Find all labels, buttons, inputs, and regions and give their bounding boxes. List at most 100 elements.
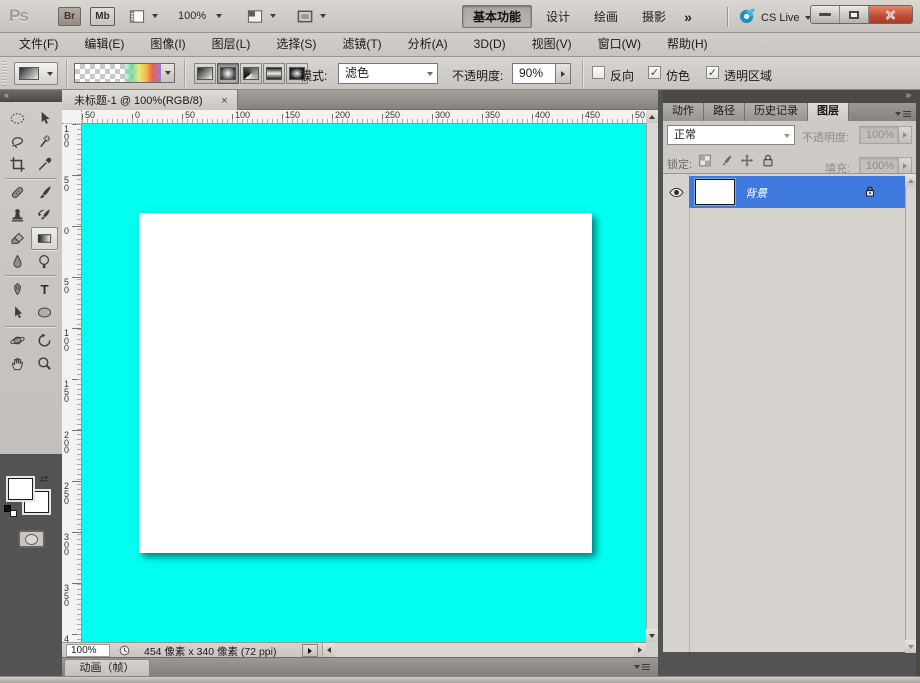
workspace-more-icon[interactable]: »	[680, 9, 696, 25]
checkbox-反向[interactable]	[592, 66, 605, 79]
panel-tab-0[interactable]: 动作	[663, 103, 704, 121]
menu-item-4[interactable]: 选择(S)	[263, 33, 329, 56]
elliptical-marquee-tool[interactable]	[4, 107, 31, 130]
screen-mode-dropdown-arrow[interactable]	[320, 14, 326, 18]
scroll-right-button[interactable]	[634, 643, 646, 657]
menu-item-8[interactable]: 视图(V)	[519, 33, 585, 56]
clone-stamp-tool[interactable]	[4, 204, 31, 227]
vertical-scrollbar[interactable]	[646, 110, 658, 642]
layer-list-scroll-up[interactable]	[905, 174, 916, 187]
animation-panel-tab[interactable]: 动画（帧）	[64, 659, 150, 677]
zoom-level-value[interactable]: 100%	[178, 10, 206, 22]
tools-collapse-bar[interactable]: «	[0, 90, 62, 102]
angle-gradient-button[interactable]	[240, 63, 262, 84]
menu-item-9[interactable]: 窗口(W)	[585, 33, 654, 56]
arrange-documents-icon[interactable]	[246, 8, 264, 25]
dock-collapse-bar[interactable]: »	[663, 90, 916, 103]
options-grip[interactable]	[2, 61, 7, 86]
layer-blend-mode-select[interactable]: 正常	[667, 125, 795, 145]
lock-position-icon[interactable]	[739, 152, 755, 168]
magic-wand-tool[interactable]	[31, 130, 58, 153]
tool-preset-picker[interactable]	[14, 62, 58, 85]
layer-list-scrollbar[interactable]	[905, 174, 916, 653]
workspace-button-1[interactable]: 设计	[536, 6, 580, 27]
foreground-color-swatch[interactable]	[8, 478, 33, 500]
screen-mode-icon[interactable]	[296, 8, 314, 25]
dodge-tool[interactable]	[31, 250, 58, 273]
gradient-tool[interactable]	[31, 227, 58, 250]
gradient-picker-dropdown[interactable]	[161, 63, 175, 83]
rotate-3d-tool[interactable]	[4, 329, 31, 352]
animation-panel-menu-icon[interactable]	[634, 664, 650, 670]
workspace-button-2[interactable]: 绘画	[584, 6, 628, 27]
gradient-picker-preview[interactable]	[74, 63, 162, 83]
reflected-gradient-button[interactable]	[263, 63, 285, 84]
launch-bridge-button[interactable]: Br	[58, 7, 81, 26]
quick-mask-button[interactable]	[18, 530, 45, 548]
ellipse-shape-tool[interactable]	[31, 301, 58, 324]
launch-minibridge-button[interactable]: Mb	[90, 7, 115, 26]
swap-colors-icon[interactable]: ⇄	[40, 474, 48, 485]
panel-tab-2[interactable]: 历史记录	[745, 103, 808, 121]
lock-transparent-icon[interactable]	[697, 152, 713, 168]
menu-item-10[interactable]: 帮助(H)	[654, 33, 721, 56]
menu-item-2[interactable]: 图像(I)	[137, 33, 198, 56]
zoom-tool[interactable]	[31, 352, 58, 375]
type-tool[interactable]: T	[31, 278, 58, 301]
brush-tool[interactable]	[31, 181, 58, 204]
view-extras-dropdown-arrow[interactable]	[152, 14, 158, 18]
panel-tab-1[interactable]: 路径	[704, 103, 745, 121]
eraser-tool[interactable]	[4, 227, 31, 250]
scroll-up-button[interactable]	[646, 110, 658, 123]
restore-button[interactable]	[840, 6, 869, 23]
menu-item-1[interactable]: 编辑(E)	[71, 33, 137, 56]
history-brush-tool[interactable]	[31, 204, 58, 227]
linear-gradient-button[interactable]	[194, 63, 216, 84]
layer-thumbnail[interactable]	[695, 179, 735, 205]
canvas-viewport[interactable]	[82, 124, 646, 642]
workspace-button-3[interactable]: 摄影	[632, 6, 676, 27]
arrange-documents-dropdown-arrow[interactable]	[270, 14, 276, 18]
layer-opacity-value[interactable]: 100%	[859, 126, 899, 144]
opacity-slider-button[interactable]	[556, 63, 571, 84]
lock-all-icon[interactable]	[760, 152, 776, 168]
spot-healing-tool[interactable]	[4, 181, 31, 204]
layer-list-scroll-down[interactable]	[905, 640, 916, 653]
layer-visibility-toggle[interactable]	[663, 176, 689, 208]
checkbox-仿色[interactable]: ✓	[648, 66, 661, 79]
document-tab-close-icon[interactable]: ×	[218, 94, 231, 107]
layer-row-background[interactable]: 背景	[663, 176, 905, 208]
zoom-level-dropdown-arrow[interactable]	[216, 14, 222, 18]
workspace-button-0[interactable]: 基本功能	[462, 5, 532, 28]
close-button[interactable]	[869, 6, 912, 23]
menu-item-0[interactable]: 文件(F)	[6, 33, 71, 56]
orbit-3d-tool[interactable]	[31, 329, 58, 352]
status-options-button[interactable]	[302, 644, 318, 657]
menu-item-3[interactable]: 图层(L)	[199, 33, 264, 56]
view-extras-icon[interactable]	[128, 8, 146, 25]
menu-item-7[interactable]: 3D(D)	[461, 33, 519, 56]
move-tool[interactable]	[31, 107, 58, 130]
menu-item-6[interactable]: 分析(A)	[395, 33, 461, 56]
radial-gradient-button[interactable]	[217, 63, 239, 84]
horizontal-scrollbar[interactable]	[322, 643, 646, 658]
path-selection-tool[interactable]	[4, 301, 31, 324]
hand-tool[interactable]	[4, 352, 31, 375]
blend-mode-select[interactable]: 滤色	[338, 63, 438, 84]
scroll-left-button[interactable]	[323, 643, 335, 657]
document-tab[interactable]: 未标题-1 @ 100%(RGB/8) ×	[62, 90, 238, 110]
pen-tool[interactable]	[4, 278, 31, 301]
layer-opacity-slider-button[interactable]	[899, 126, 912, 144]
crop-tool[interactable]	[4, 153, 31, 176]
scroll-down-button[interactable]	[646, 629, 658, 642]
checkbox-透明区域[interactable]: ✓	[706, 66, 719, 79]
lock-image-icon[interactable]	[718, 152, 734, 168]
opacity-input[interactable]: 90%	[512, 63, 556, 84]
eyedropper-tool[interactable]	[31, 153, 58, 176]
minimize-button[interactable]	[811, 6, 840, 23]
panel-menu-icon[interactable]	[895, 111, 911, 117]
blur-tool[interactable]	[4, 250, 31, 273]
cs-live-button[interactable]: CS Live	[738, 7, 811, 28]
document-canvas[interactable]	[139, 213, 592, 553]
menu-item-5[interactable]: 滤镜(T)	[329, 33, 394, 56]
